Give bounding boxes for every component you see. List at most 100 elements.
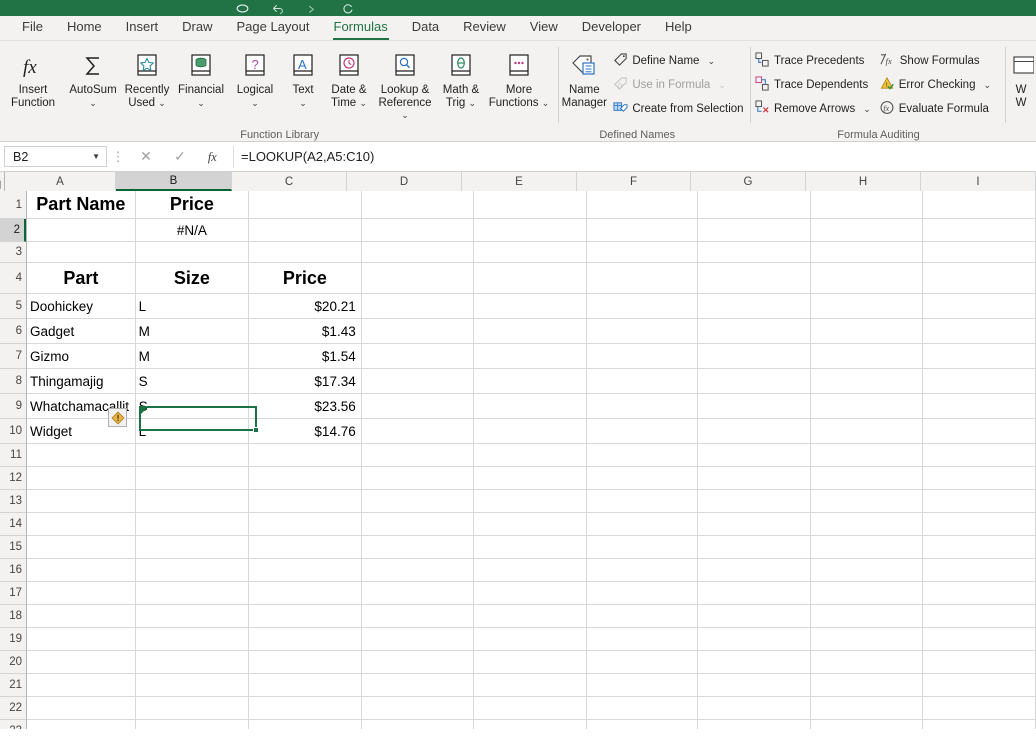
tab-help[interactable]: Help: [653, 17, 704, 40]
cell-I1[interactable]: [923, 191, 1036, 218]
cell-H10[interactable]: [811, 419, 924, 443]
row-header-20[interactable]: 20: [0, 651, 26, 674]
cell-A3[interactable]: [27, 242, 136, 262]
row-header-1[interactable]: 1: [0, 191, 26, 219]
column-header-g[interactable]: G: [691, 172, 806, 191]
cell-H13[interactable]: [811, 490, 924, 512]
cell-E6[interactable]: [474, 319, 587, 343]
cell-B19[interactable]: [136, 628, 250, 650]
cell-H18[interactable]: [811, 605, 924, 627]
cell-I17[interactable]: [923, 582, 1036, 604]
cell-B9[interactable]: S: [136, 394, 250, 418]
chevron-down-icon[interactable]: ⌄: [718, 80, 726, 91]
cell-I5[interactable]: [923, 294, 1036, 318]
cell-F17[interactable]: [587, 582, 699, 604]
cell-H21[interactable]: [811, 674, 924, 696]
cell-F13[interactable]: [587, 490, 699, 512]
row-header-14[interactable]: 14: [0, 513, 26, 536]
column-header-a[interactable]: A: [5, 172, 116, 191]
cell-F15[interactable]: [587, 536, 699, 558]
cell-D13[interactable]: [362, 490, 475, 512]
row-header-22[interactable]: 22: [0, 697, 26, 720]
cell-B11[interactable]: [136, 444, 250, 466]
cell-C9[interactable]: $23.56: [249, 394, 362, 418]
redo-icon[interactable]: [306, 2, 319, 15]
cell-A14[interactable]: [27, 513, 136, 535]
cell-B23[interactable]: [136, 720, 250, 729]
cell-D3[interactable]: [362, 242, 475, 262]
cell-F9[interactable]: [587, 394, 699, 418]
cell-F19[interactable]: [587, 628, 699, 650]
financial-button[interactable]: Financial ⌄: [174, 46, 228, 109]
cell-C2[interactable]: [249, 219, 362, 241]
cell-B17[interactable]: [136, 582, 250, 604]
formula-input[interactable]: =LOOKUP(A2,A5:C10): [233, 145, 1032, 168]
more-functions-button[interactable]: More Functions ⌄: [486, 46, 552, 109]
cell-A23[interactable]: [27, 720, 136, 729]
cell-H23[interactable]: [811, 720, 924, 729]
cell-G16[interactable]: [698, 559, 811, 581]
define-name-button[interactable]: Define Name ⌄: [609, 49, 747, 73]
show-formulas-button[interactable]: fx Show Formulas: [875, 49, 995, 73]
cell-D2[interactable]: [362, 219, 475, 241]
cell-H17[interactable]: [811, 582, 924, 604]
cell-G12[interactable]: [698, 467, 811, 489]
chevron-down-icon[interactable]: ⌄: [158, 98, 166, 108]
cell-A12[interactable]: [27, 467, 136, 489]
cell-E1[interactable]: [474, 191, 587, 218]
chevron-down-icon[interactable]: ⌄: [542, 98, 550, 108]
cell-G23[interactable]: [698, 720, 811, 729]
cell-I20[interactable]: [923, 651, 1036, 673]
cell-E15[interactable]: [474, 536, 587, 558]
cell-I21[interactable]: [923, 674, 1036, 696]
cell-E9[interactable]: [474, 394, 587, 418]
error-checking-button[interactable]: ! Error Checking ⌄: [875, 73, 995, 97]
chevron-down-icon[interactable]: ▼: [92, 152, 104, 161]
row-header-4[interactable]: 4: [0, 263, 26, 294]
name-manager-button[interactable]: Name Manager: [559, 46, 609, 109]
trace-dependents-button[interactable]: Trace Dependents: [751, 73, 875, 97]
cell-C22[interactable]: [249, 697, 362, 719]
cell-C3[interactable]: [249, 242, 362, 262]
cell-B4[interactable]: Size: [136, 263, 250, 293]
cell-H19[interactable]: [811, 628, 924, 650]
cell-B5[interactable]: L: [136, 294, 250, 318]
cell-I10[interactable]: [923, 419, 1036, 443]
cell-C7[interactable]: $1.54: [249, 344, 362, 368]
tab-formulas[interactable]: Formulas: [322, 17, 400, 40]
cell-I4[interactable]: [923, 263, 1036, 293]
cell-I11[interactable]: [923, 444, 1036, 466]
cell-F7[interactable]: [587, 344, 699, 368]
tab-file[interactable]: File: [10, 17, 55, 40]
cell-A2[interactable]: [27, 219, 136, 241]
cell-H11[interactable]: [811, 444, 924, 466]
row-header-12[interactable]: 12: [0, 467, 26, 490]
cell-I19[interactable]: [923, 628, 1036, 650]
cell-G15[interactable]: [698, 536, 811, 558]
cell-D16[interactable]: [362, 559, 475, 581]
cell-G17[interactable]: [698, 582, 811, 604]
save-icon[interactable]: [236, 2, 249, 15]
cell-C20[interactable]: [249, 651, 362, 673]
cell-A5[interactable]: Doohickey: [27, 294, 136, 318]
cell-I16[interactable]: [923, 559, 1036, 581]
row-header-15[interactable]: 15: [0, 536, 26, 559]
row-header-17[interactable]: 17: [0, 582, 26, 605]
logical-button[interactable]: ? Logical ⌄: [228, 46, 282, 109]
cell-B20[interactable]: [136, 651, 250, 673]
cell-F5[interactable]: [587, 294, 699, 318]
chevron-down-icon[interactable]: ⌄: [197, 98, 205, 108]
recently-used-button[interactable]: Recently Used ⌄: [120, 46, 174, 109]
row-header-21[interactable]: 21: [0, 674, 26, 697]
tab-view[interactable]: View: [518, 17, 570, 40]
cell-I2[interactable]: [923, 219, 1036, 241]
row-header-13[interactable]: 13: [0, 490, 26, 513]
chevron-down-icon[interactable]: ⌄: [469, 98, 477, 108]
autosum-button[interactable]: AutoSum ⌄: [66, 46, 120, 109]
cell-F16[interactable]: [587, 559, 699, 581]
cell-H15[interactable]: [811, 536, 924, 558]
cell-G8[interactable]: [698, 369, 811, 393]
cell-C21[interactable]: [249, 674, 362, 696]
row-header-5[interactable]: 5: [0, 294, 26, 319]
select-all-corner[interactable]: [0, 172, 5, 191]
